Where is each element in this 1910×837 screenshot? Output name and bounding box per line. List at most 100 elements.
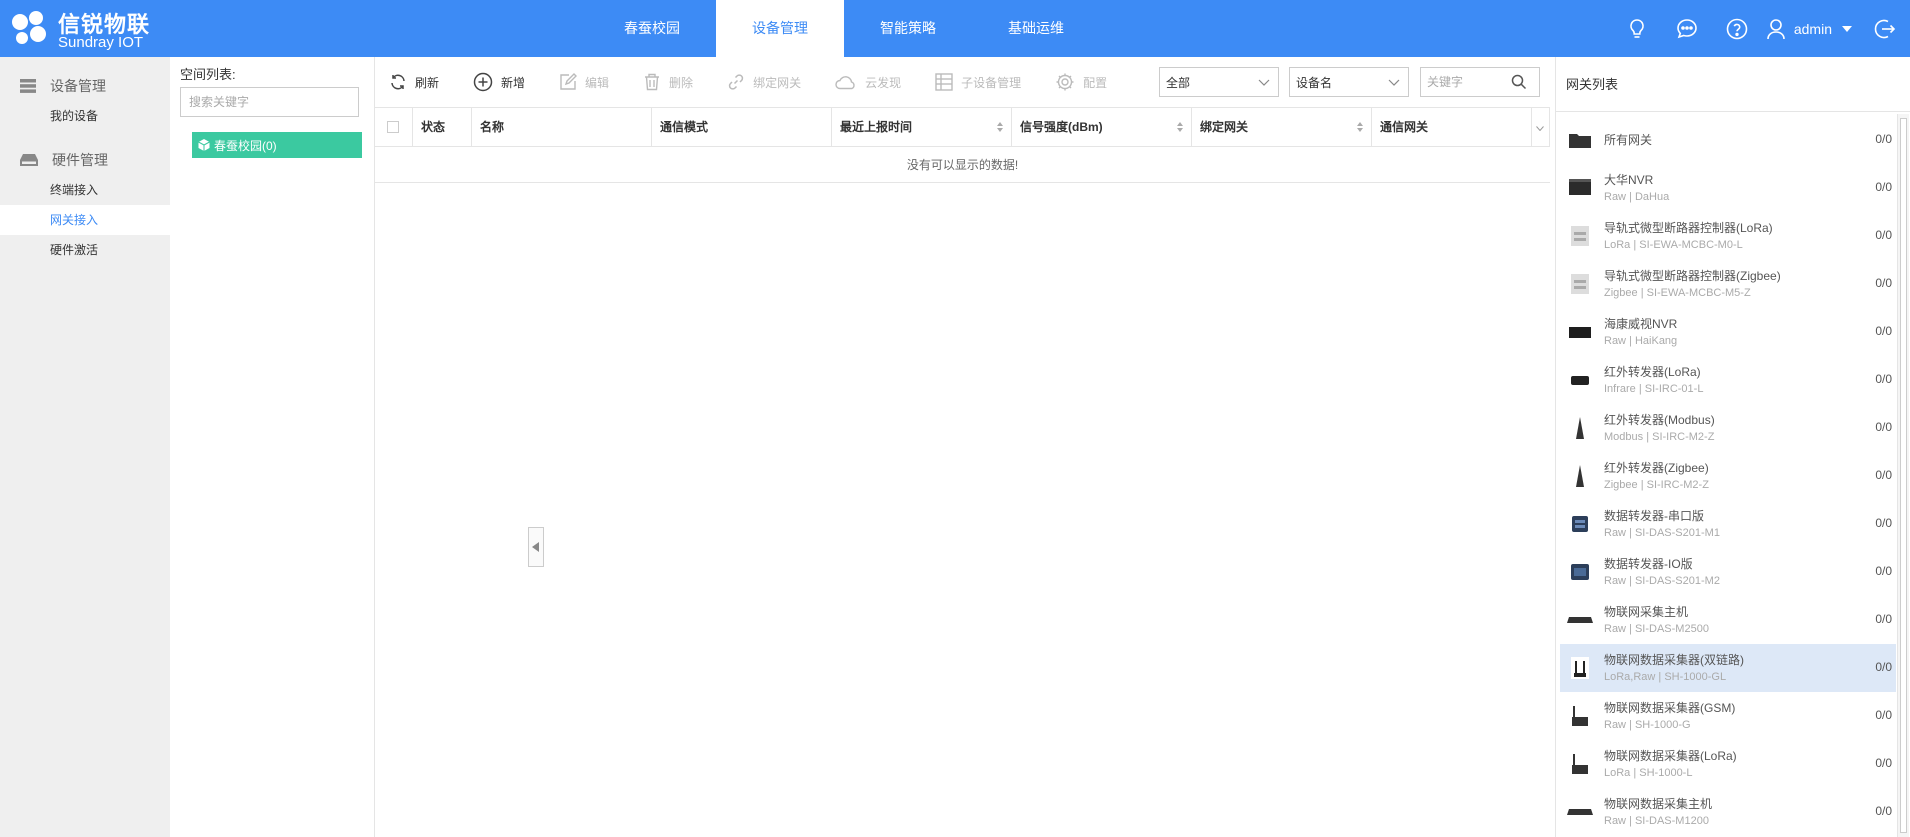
gateway-item[interactable]: 大华NVR Raw | DaHua 0/0 — [1560, 164, 1896, 212]
gateway-protocol: Raw | HaiKang — [1604, 334, 1678, 347]
message-button[interactable] — [1662, 0, 1712, 57]
column-toggle[interactable] — [1532, 108, 1550, 146]
nav-basic-ops[interactable]: 基础运维 — [972, 0, 1100, 57]
menu-item-gateway-access[interactable]: 网关接入 — [0, 205, 170, 235]
menu-group-device-management[interactable]: 设备管理 — [0, 71, 170, 101]
gateway-item[interactable]: 数据转发器-串口版 Raw | SI-DAS-S201-M1 0/0 — [1560, 500, 1896, 548]
user-icon — [1767, 18, 1785, 39]
user-menu[interactable]: admin — [1762, 0, 1860, 57]
gateway-name: 红外转发器(Modbus) — [1604, 412, 1715, 427]
column-name[interactable]: 名称 — [472, 108, 652, 146]
gateway-protocol: LoRa,Raw | SH-1000-GL — [1604, 670, 1727, 683]
help-button[interactable] — [1712, 0, 1762, 57]
lightbulb-button[interactable] — [1612, 0, 1662, 57]
gateway-count: 0/0 — [1875, 180, 1892, 194]
gateway-count: 0/0 — [1875, 708, 1892, 722]
gateway-item[interactable]: 物联网数据采集主机 Raw | SI-DAS-M1200 0/0 — [1560, 788, 1896, 836]
subdevice-management-button[interactable]: 子设备管理 — [935, 73, 1021, 91]
nav-campus[interactable]: 春蚕校园 — [588, 0, 716, 57]
gateway-protocol: Infrare | SI-IRC-01-L — [1604, 382, 1704, 395]
bind-gateway-button[interactable]: 绑定网关 — [727, 73, 801, 91]
gateway-count: 0/0 — [1875, 516, 1892, 530]
field-select[interactable]: 设备名 — [1289, 67, 1409, 97]
gateway-item-selected[interactable]: 物联网数据采集器(双链路) LoRa,Raw | SH-1000-GL 0/0 — [1560, 644, 1896, 692]
gateway-item[interactable]: 导轨式微型断路器控制器(Zigbee) Zigbee | SI-EWA-MCBC… — [1560, 260, 1896, 308]
logo[interactable]: 信锐物联 Sundray IOT — [8, 4, 178, 54]
add-button[interactable]: 新增 — [473, 72, 525, 92]
menu-group-hardware-management[interactable]: 硬件管理 — [0, 145, 170, 175]
logout-button[interactable] — [1860, 0, 1910, 57]
gateway-name: 物联网数据采集器(LoRa) — [1604, 748, 1737, 763]
sort-icon — [1177, 122, 1183, 132]
hardware-icon — [20, 154, 38, 166]
gateway-list: 所有网关 0/0 大华NVR Raw | DaHua 0/0 导轨式微型断路器控… — [1560, 116, 1896, 836]
gateway-item[interactable]: 海康威视NVR Raw | HaiKang 0/0 — [1560, 308, 1896, 356]
menu-item-my-devices[interactable]: 我的设备 — [0, 101, 170, 131]
delete-label: 删除 — [669, 75, 694, 90]
gateway-count: 0/0 — [1875, 756, 1892, 770]
gateway-list-title: 网关列表 — [1556, 57, 1910, 112]
gateway-item-all[interactable]: 所有网关 0/0 — [1560, 116, 1896, 164]
config-button[interactable]: 配置 — [1055, 72, 1107, 92]
edit-icon — [560, 73, 578, 90]
gateway-item[interactable]: 红外转发器(Modbus) Modbus | SI-IRC-M2-Z 0/0 — [1560, 404, 1896, 452]
gateway-item[interactable]: 数据转发器-IO版 Raw | SI-DAS-S201-M2 0/0 — [1560, 548, 1896, 596]
config-label: 配置 — [1083, 75, 1108, 90]
space-search-input[interactable] — [180, 87, 359, 117]
data-forwarder-icon — [1566, 510, 1594, 538]
column-label: 绑定网关 — [1200, 120, 1249, 134]
scope-select[interactable]: 全部 — [1159, 67, 1279, 97]
nav-smart-policy[interactable]: 智能策略 — [844, 0, 972, 57]
breaker-device-icon — [1566, 270, 1594, 298]
gateway-item[interactable]: 物联网数据采集器(LoRa) LoRa | SH-1000-L 0/0 — [1560, 740, 1896, 788]
menu-group-label: 设备管理 — [50, 78, 106, 94]
nvr-device-icon — [1566, 174, 1594, 202]
delete-button[interactable]: 删除 — [643, 73, 693, 91]
scrollbar-thumb[interactable] — [1900, 118, 1907, 833]
column-comm-gateway[interactable]: 通信网关 — [1372, 108, 1532, 146]
gateway-protocol: Raw | SH-1000-G — [1604, 718, 1691, 731]
gateway-protocol: LoRa | SH-1000-L — [1604, 766, 1693, 779]
gateway-item[interactable]: 物联网数据采集器(GSM) Raw | SH-1000-G 0/0 — [1560, 692, 1896, 740]
gateway-list-scrollbar[interactable] — [1897, 114, 1909, 837]
gateway-name: 物联网采集主机 — [1604, 604, 1689, 619]
lightbulb-icon — [1630, 18, 1644, 38]
table-header: 状态 名称 通信模式 最近上报时间 信号强度(dBm) 绑定网关 通信网关 — [375, 107, 1550, 147]
add-label: 新增 — [501, 75, 526, 90]
gateway-item[interactable]: 导轨式微型断路器控制器(LoRa) LoRa | SI-EWA-MCBC-M0-… — [1560, 212, 1896, 260]
search-icon[interactable] — [1511, 74, 1527, 90]
nav-device-management[interactable]: 设备管理 — [716, 0, 844, 57]
column-status[interactable]: 状态 — [413, 108, 472, 146]
gateway-name: 导轨式微型断路器控制器(Zigbee) — [1604, 268, 1781, 283]
column-bound-gateway[interactable]: 绑定网关 — [1192, 108, 1372, 146]
device-table: 状态 名称 通信模式 最近上报时间 信号强度(dBm) 绑定网关 通信网关 没有… — [375, 107, 1550, 183]
column-signal[interactable]: 信号强度(dBm) — [1012, 108, 1192, 146]
gateway-name: 数据转发器-串口版 — [1604, 508, 1704, 523]
gateway-count: 0/0 — [1875, 228, 1892, 242]
gateway-protocol: Zigbee | SI-IRC-M2-Z — [1604, 478, 1709, 491]
keyword-input[interactable] — [1421, 68, 1511, 96]
menu-item-hardware-activation[interactable]: 硬件激活 — [0, 235, 170, 265]
cloud-discover-button[interactable]: 云发现 — [835, 74, 901, 91]
refresh-button[interactable]: 刷新 — [389, 73, 439, 91]
sort-icon — [1357, 122, 1363, 132]
menu-item-terminal-access[interactable]: 终端接入 — [0, 175, 170, 205]
rack-host-icon — [1566, 606, 1594, 634]
edit-button[interactable]: 编辑 — [559, 73, 609, 91]
gateway-item[interactable]: 红外转发器(Zigbee) Zigbee | SI-IRC-M2-Z 0/0 — [1560, 452, 1896, 500]
space-tree-node[interactable]: 春蚕校园(0) — [192, 132, 362, 158]
column-comm-mode[interactable]: 通信模式 — [652, 108, 832, 146]
gateway-protocol: Raw | SI-DAS-M2500 — [1604, 622, 1709, 635]
gateway-name: 红外转发器(Zigbee) — [1604, 460, 1709, 475]
select-all-checkbox[interactable] — [387, 121, 399, 133]
gateway-item[interactable]: 物联网采集主机 Raw | SI-DAS-M2500 0/0 — [1560, 596, 1896, 644]
main-content: 刷新 新增 编辑 删除 绑定网关 云发现 子设备管理 配置 全部 设备名 关键字… — [375, 57, 1555, 837]
gateway-count: 0/0 — [1875, 612, 1892, 626]
main-nav: 春蚕校园 设备管理 智能策略 基础运维 — [588, 0, 1100, 57]
column-last-report[interactable]: 最近上报时间 — [832, 108, 1012, 146]
gateway-count: 0/0 — [1875, 564, 1892, 578]
nvr-device-icon — [1566, 318, 1594, 346]
gateway-item[interactable]: 红外转发器(LoRa) Infrare | SI-IRC-01-L 0/0 — [1560, 356, 1896, 404]
select-all-cell — [375, 108, 413, 146]
table-empty-message: 没有可以显示的数据! — [375, 147, 1550, 183]
